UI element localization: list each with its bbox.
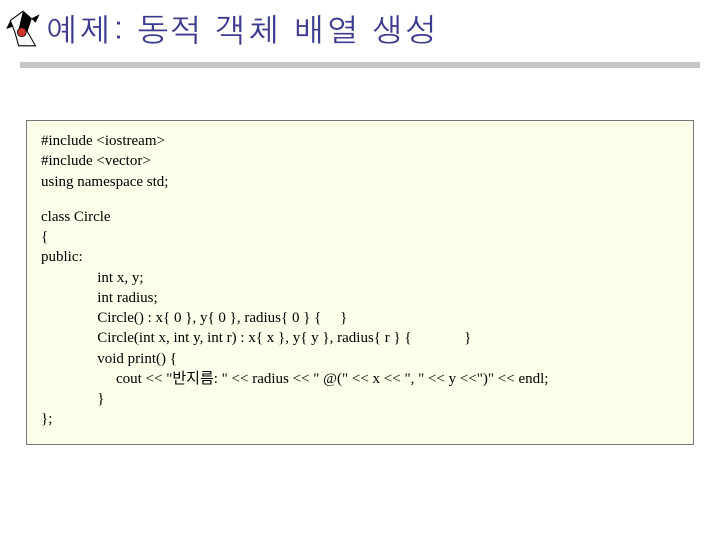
code-line: Circle() : x{ 0 }, y{ 0 }, radius{ 0 } {…: [41, 308, 679, 328]
code-line: Circle(int x, int y, int r) : x{ x }, y{…: [41, 328, 679, 348]
code-line: using namespace std;: [41, 172, 679, 192]
title-row: 예제: 동적 객체 배열 생성: [0, 0, 720, 52]
code-line: int x, y;: [41, 268, 679, 288]
horizontal-rule: [20, 62, 700, 68]
code-line: cout << "반지름: " << radius << " @(" << x …: [41, 369, 679, 389]
slide-title: 예제: 동적 객체 배열 생성: [46, 6, 439, 52]
code-line: void print() {: [41, 349, 679, 369]
code-line: {: [41, 227, 679, 247]
slide: 예제: 동적 객체 배열 생성 #include <iostream> #inc…: [0, 0, 720, 540]
code-line: public:: [41, 247, 679, 267]
code-line: };: [41, 409, 679, 429]
code-line: #include <iostream>: [41, 131, 679, 151]
code-block: #include <iostream> #include <vector> us…: [26, 120, 694, 445]
code-line: #include <vector>: [41, 151, 679, 171]
code-line: }: [41, 389, 679, 409]
code-line: int radius;: [41, 288, 679, 308]
code-line: class Circle: [41, 207, 679, 227]
code-blank: [41, 192, 679, 207]
java-duke-icon: [4, 8, 46, 50]
